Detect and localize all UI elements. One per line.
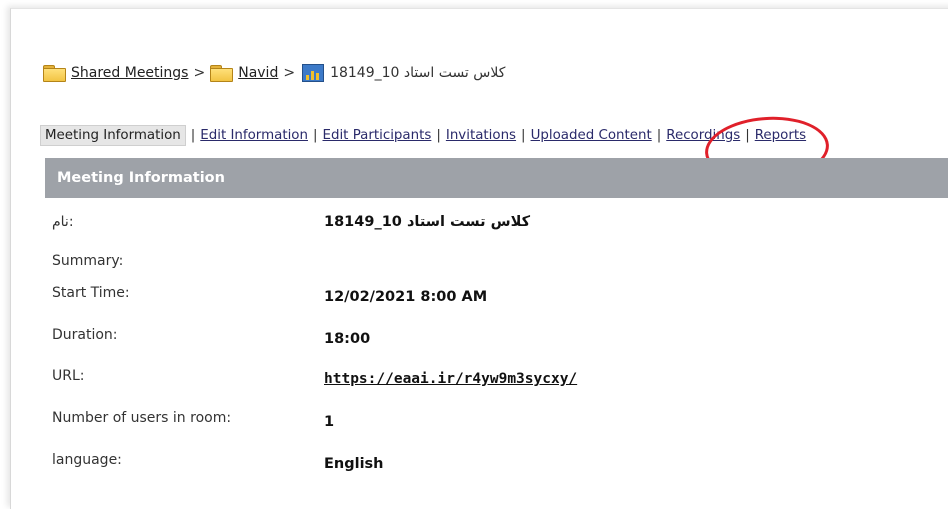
field-value-language: English [324, 456, 384, 472]
tab-invitations[interactable]: Invitations [446, 128, 516, 143]
breadcrumb-current-meeting: کلاس تست استاد 10_18149 [330, 65, 506, 81]
breadcrumb-separator: > [283, 65, 296, 81]
tab-separator: | [312, 127, 318, 143]
field-value-start-time: 12/02/2021 8:00 AM [324, 289, 488, 305]
field-label-language: language: [52, 452, 122, 468]
breadcrumb-shared-meetings[interactable]: Shared Meetings [71, 65, 188, 81]
field-value-users-in-room: 1 [324, 414, 335, 430]
meeting-url-link[interactable]: https://eaai.ir/r4yw9m3sycxy/ [324, 371, 577, 387]
tab-edit-participants[interactable]: Edit Participants [323, 128, 432, 143]
breadcrumb-navid[interactable]: Navid [238, 65, 278, 81]
field-value-duration: 18:00 [324, 331, 371, 347]
field-label-name: :نام [52, 214, 74, 230]
tab-separator: | [656, 127, 662, 143]
tab-separator: | [190, 127, 196, 143]
field-label-summary: Summary: [52, 253, 124, 269]
meeting-icon [302, 64, 325, 82]
folder-icon [210, 65, 234, 82]
tab-separator: | [436, 127, 441, 143]
breadcrumb: Shared Meetings > Navid > کلاس تست استاد… [43, 62, 505, 84]
field-label-start-time: Start Time: [52, 285, 130, 301]
tab-separator: | [521, 127, 526, 143]
section-header-meeting-information: Meeting Information [45, 158, 948, 198]
field-label-users-in-room: Number of users in room: [52, 410, 232, 426]
tab-edit-information[interactable]: Edit Information [200, 128, 308, 143]
field-label-duration: Duration: [52, 327, 118, 343]
field-value-name: کلاس تست استاد 10_18149 [324, 214, 531, 230]
folder-icon [43, 65, 66, 82]
breadcrumb-separator: > [193, 65, 206, 81]
field-label-url: URL: [52, 368, 85, 384]
tab-meeting-information[interactable]: Meeting Information [40, 124, 186, 146]
tab-bar: Meeting Information | Edit Information |… [40, 124, 806, 146]
tab-uploaded-content[interactable]: Uploaded Content [531, 128, 652, 143]
